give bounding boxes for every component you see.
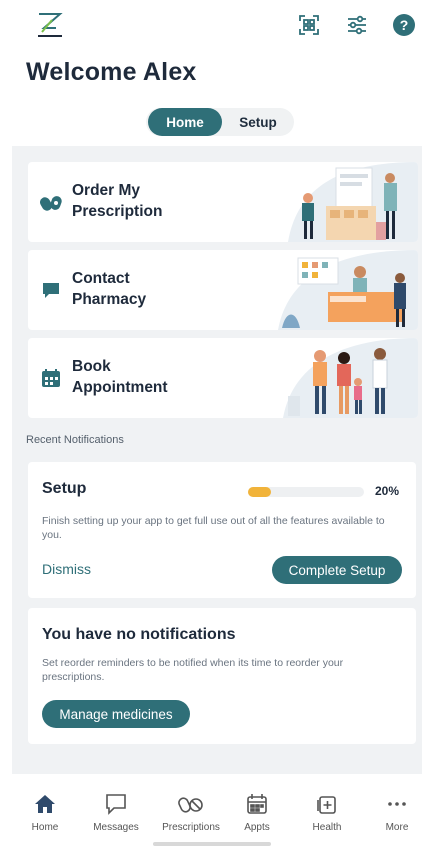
- home-icon: [32, 792, 58, 816]
- calendar-icon: [40, 367, 62, 389]
- no-notifications-card: You have no notifications Set reorder re…: [28, 608, 416, 744]
- order-prescription-card[interactable]: Order My Prescription: [28, 162, 418, 242]
- dismiss-button[interactable]: Dismiss: [42, 561, 91, 577]
- no-notifications-description: Set reorder reminders to be notified whe…: [42, 657, 344, 683]
- sliders-icon[interactable]: [346, 14, 368, 36]
- message-icon: [103, 792, 129, 816]
- contact-pharmacy-card[interactable]: Contact Pharmacy: [28, 250, 418, 330]
- card-label-line2: Pharmacy: [72, 291, 147, 308]
- nav-label: Prescriptions: [162, 822, 220, 833]
- nav-label: Home: [31, 822, 59, 833]
- nav-more[interactable]: More: [362, 792, 422, 842]
- home-indicator: [153, 842, 271, 846]
- setup-description: Finish setting up your app to get full u…: [42, 515, 385, 541]
- book-appointment-card[interactable]: Book Appointment: [28, 338, 418, 418]
- pills-icon: [40, 191, 62, 213]
- qr-code-icon[interactable]: [298, 14, 320, 36]
- tab-home[interactable]: Home: [148, 108, 222, 136]
- card-label-line1: Order My: [72, 182, 141, 199]
- nav-messages[interactable]: Messages: [81, 792, 151, 842]
- family-appointment-illustration: [268, 338, 418, 418]
- card-label-line1: Contact: [72, 270, 130, 287]
- home-setup-toggle: Home Setup: [146, 108, 294, 136]
- no-notifications-title: You have no notifications: [42, 626, 236, 643]
- progress-percent: 20%: [375, 484, 400, 498]
- card-label-line2: Appointment: [72, 379, 168, 396]
- more-dots-icon: [384, 792, 410, 816]
- nav-home[interactable]: Home: [10, 792, 80, 842]
- nav-label: Appts: [244, 822, 270, 833]
- nav-label: Health: [312, 822, 342, 833]
- pills-icon: [178, 792, 204, 816]
- logo-icon: [36, 12, 64, 38]
- nav-appts[interactable]: Appts: [222, 792, 292, 842]
- chat-icon: [40, 279, 62, 301]
- manage-medicines-button[interactable]: Manage medicines: [42, 700, 190, 728]
- bottom-nav: Home Messages Prescriptions Appts Health…: [0, 774, 422, 850]
- setup-title: Setup: [42, 480, 87, 497]
- health-plus-icon: [314, 792, 340, 816]
- help-icon[interactable]: ?: [393, 14, 415, 36]
- nav-label: More: [385, 822, 409, 833]
- complete-setup-button[interactable]: Complete Setup: [272, 556, 402, 584]
- tab-setup[interactable]: Setup: [224, 108, 292, 136]
- card-label-line1: Book: [72, 358, 111, 375]
- pharmacy-order-illustration: [268, 162, 418, 242]
- section-label: Recent Notifications: [26, 434, 124, 446]
- setup-notification-card: Setup 20% Finish setting up your app to …: [28, 462, 416, 598]
- nav-prescriptions[interactable]: Prescriptions: [156, 792, 226, 842]
- nav-health[interactable]: Health: [292, 792, 362, 842]
- page-title: Welcome Alex: [26, 58, 197, 86]
- top-bar: ?: [0, 0, 422, 50]
- setup-progress-bar: [248, 487, 364, 497]
- card-label-line2: Prescription: [72, 203, 163, 220]
- pharmacy-counter-illustration: [268, 250, 418, 330]
- calendar-icon: [244, 792, 270, 816]
- progress-fill: [248, 487, 272, 497]
- content-area: Order My Prescription Contact Pharmacy B…: [12, 146, 422, 774]
- nav-label: Messages: [93, 822, 139, 833]
